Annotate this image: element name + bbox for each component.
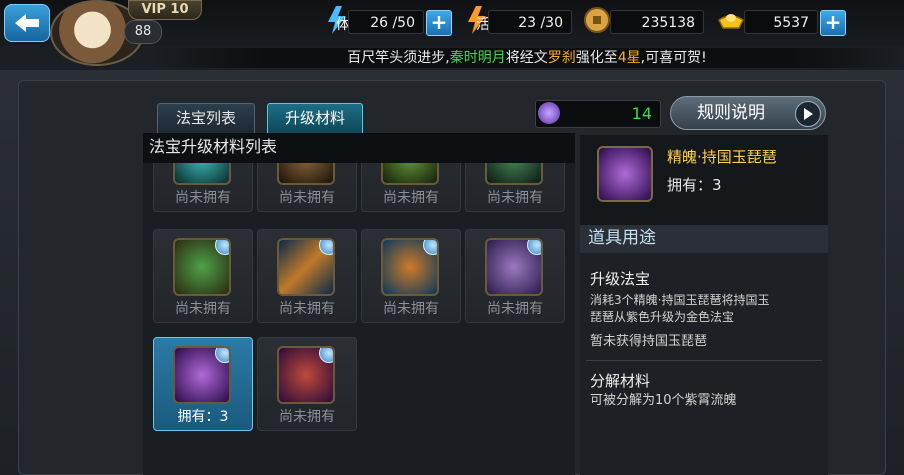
list-title: 法宝升级材料列表 xyxy=(143,133,575,163)
material-cell[interactable]: 尚未拥有 xyxy=(465,163,565,212)
back-arrow-icon xyxy=(15,14,39,32)
rules-label: 规则说明 xyxy=(697,103,765,123)
gold-value: 5537 xyxy=(744,10,818,34)
coin-value: 235138 xyxy=(610,10,704,34)
back-button[interactable] xyxy=(4,4,50,42)
upgrade-section-title: 升级法宝 xyxy=(590,270,651,288)
material-green-icon xyxy=(381,163,439,185)
broadcast-message: 百尺竿头须进步,秦时明月将经文罗刹强化至4星,可喜可贺! xyxy=(150,48,904,68)
crown-icon xyxy=(381,238,439,296)
gold-ingot-icon xyxy=(716,4,746,36)
material-cell[interactable]: 尚未拥有 xyxy=(153,229,253,323)
tab-treasure-list[interactable]: 法宝列表 xyxy=(157,103,255,135)
material-cell[interactable]: 尚未拥有 xyxy=(257,229,357,323)
broadcast-stars: 4星 xyxy=(617,50,641,66)
tab-upgrade-materials[interactable]: 升级材料 xyxy=(267,103,363,135)
vip-badge: VIP 10 xyxy=(128,0,202,20)
divider xyxy=(586,360,822,361)
upgrade-note: 暂未获得持国玉琵琶 xyxy=(590,334,708,349)
pipa-icon xyxy=(597,146,653,202)
material-currency: 14 xyxy=(535,100,661,128)
demon-mask-icon xyxy=(277,346,335,404)
pipa-icon xyxy=(173,346,231,404)
decompose-description: 可被分解为10个紫霄流魄 xyxy=(590,393,737,408)
spirit-orb-icon xyxy=(538,102,560,124)
material-claw-icon xyxy=(485,163,543,185)
stamina-value: 26 /50 xyxy=(348,10,424,34)
material-fan-icon xyxy=(277,163,335,185)
material-cell-selected[interactable]: 拥有：3 xyxy=(153,337,253,431)
material-cell[interactable]: 尚未拥有 xyxy=(361,163,461,212)
jade-statue-icon xyxy=(173,238,231,296)
gold-add-button[interactable]: + xyxy=(820,10,846,36)
broadcast-player: 秦时明月 xyxy=(449,50,506,66)
decompose-section-title: 分解材料 xyxy=(590,372,651,390)
rules-button[interactable]: 规则说明 xyxy=(670,96,826,130)
arrow-right-icon xyxy=(795,101,821,127)
player-level: 88 xyxy=(124,20,162,44)
currency-value: 14 xyxy=(631,104,652,123)
material-cell[interactable]: 尚未拥有 xyxy=(153,163,253,212)
usage-heading: 道具用途 xyxy=(580,225,828,253)
material-cell[interactable]: 尚未拥有 xyxy=(257,337,357,431)
broadcast-item: 罗刹 xyxy=(547,50,576,66)
upgrade-description-line: 消耗3个精魄·持国玉琵琶将持国玉 xyxy=(590,293,770,307)
material-cell[interactable]: 尚未拥有 xyxy=(257,163,357,212)
sword-icon xyxy=(277,238,335,296)
material-cell[interactable]: 尚未拥有 xyxy=(465,229,565,323)
vigor-value: 23 /30 xyxy=(488,10,572,34)
upgrade-description-line: 琵琶从紫色升级为金色法宝 xyxy=(590,310,735,324)
materials-grid: 尚未拥有 尚未拥有 尚未拥有 尚未拥有 尚未拥有 尚未拥有 尚未拥有 尚未拥有 … xyxy=(143,163,575,475)
stamina-add-button[interactable]: + xyxy=(426,10,452,36)
material-cell[interactable]: 尚未拥有 xyxy=(361,229,461,323)
item-owned-count: 拥有：3 xyxy=(667,176,722,194)
coin-icon xyxy=(582,4,612,36)
banner-icon xyxy=(485,238,543,296)
material-cyan-icon xyxy=(173,163,231,185)
item-name: 精魄·持国玉琵琶 xyxy=(667,148,777,166)
